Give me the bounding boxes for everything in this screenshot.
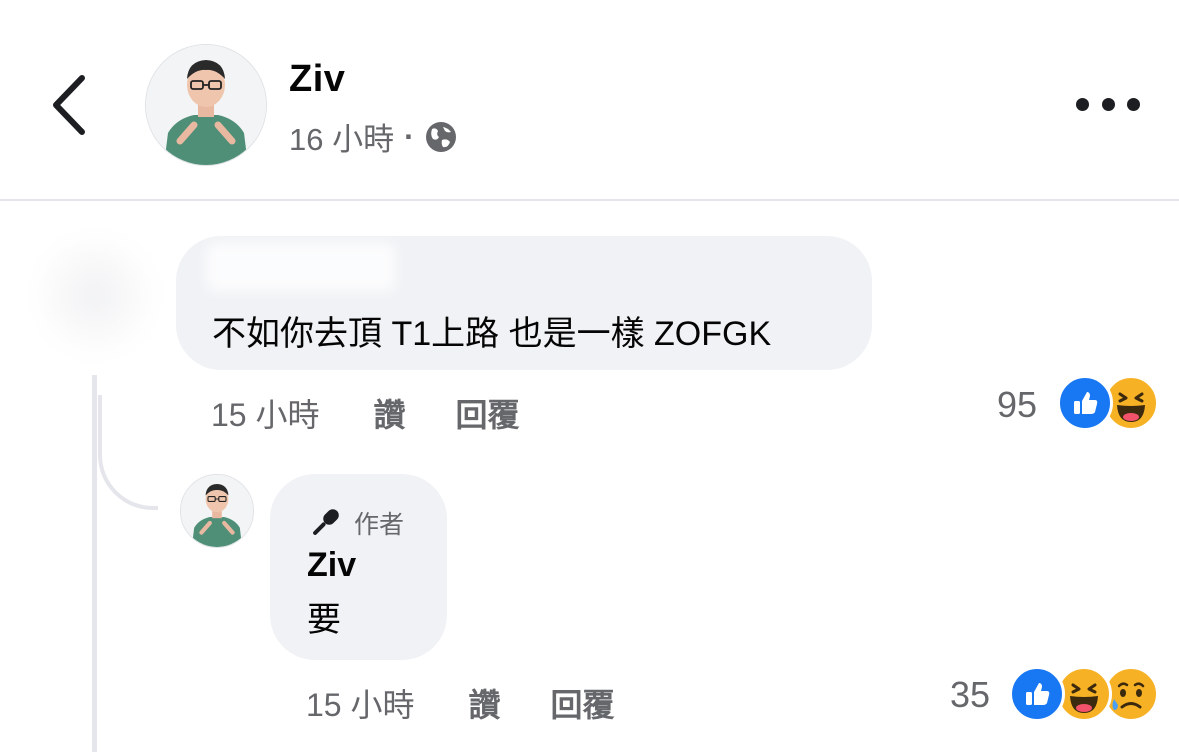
comment-reaction-count[interactable]: 95 (997, 384, 1037, 426)
reply-actions: 15 小時 讚 回覆 (306, 680, 615, 726)
reply-reply-button[interactable]: 回覆 (551, 680, 615, 726)
post-timestamp[interactable]: 16 小時 (289, 114, 394, 159)
back-button[interactable] (44, 70, 100, 140)
comment-actions: 15 小時 讚 回覆 (211, 390, 520, 436)
reply-author-avatar[interactable] (180, 474, 254, 548)
post-meta: 16 小時 · (289, 114, 458, 159)
comment-reply-button[interactable]: 回覆 (456, 390, 520, 436)
post-author-name[interactable]: Ziv (289, 58, 345, 101)
chevron-left-icon (53, 75, 85, 135)
header-divider (0, 199, 1179, 201)
microphone-icon (313, 509, 339, 535)
reply-text: 要 (307, 601, 341, 639)
reply-bubble[interactable]: 作者 Ziv 要 (270, 474, 447, 660)
author-badge: 作者 (306, 504, 404, 542)
reply-author-name[interactable]: Ziv (307, 546, 356, 585)
reply-like-button[interactable]: 讚 (469, 680, 501, 726)
reply-timestamp[interactable]: 15 小時 (306, 680, 415, 726)
globe-icon (426, 121, 457, 152)
thread-line (92, 375, 97, 752)
comment-timestamp[interactable]: 15 小時 (211, 390, 320, 436)
comment-bubble[interactable]: 不如你去頂 T1上路 也是一樣 ZOFGK (176, 236, 872, 370)
more-horizontal-icon (1076, 97, 1089, 111)
like-icon[interactable] (1057, 375, 1113, 431)
commenter-avatar-blurred (30, 230, 160, 360)
post-header: Ziv 16 小時 · (0, 0, 1179, 199)
comment-like-button[interactable]: 讚 (374, 390, 406, 436)
like-icon[interactable] (1009, 666, 1065, 722)
more-options-button[interactable] (1076, 90, 1140, 118)
commenter-name-blurred (206, 242, 396, 292)
meta-separator: · (404, 118, 415, 154)
thread-connector (98, 395, 158, 510)
author-badge-label: 作者 (354, 511, 405, 539)
author-avatar[interactable] (145, 44, 267, 166)
reply-reaction-count[interactable]: 35 (950, 674, 990, 716)
comment-text: 不如你去頂 T1上路 也是一樣 ZOFGK (212, 315, 772, 353)
